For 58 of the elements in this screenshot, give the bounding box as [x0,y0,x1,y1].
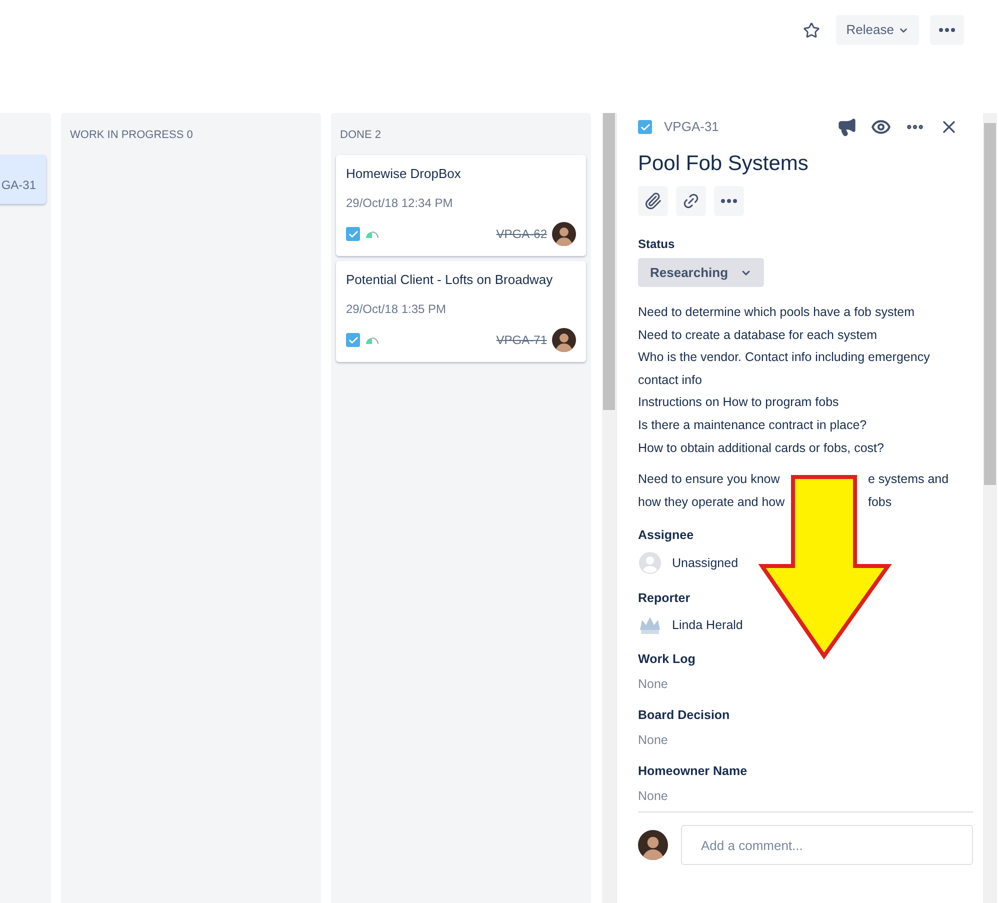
panel-scrollbar[interactable] [983,113,997,903]
column-title: WORK IN PROGRESS 0 [69,128,194,143]
description-line: fobs [868,494,892,511]
description-line: e systems and [868,471,949,488]
card-title: Potential Client - Lofts on Broadway [346,272,554,288]
description-line: Need to create a database for each system [638,326,878,344]
field-value: None [638,732,669,748]
field-label: Status [638,236,676,253]
task-checkbox-icon [346,333,360,347]
description-line: How to obtain additional cards or fobs, cost? [638,440,885,457]
field-value: None [638,788,669,804]
field-label: Work Log [638,651,696,668]
release-button[interactable]: Release [836,15,919,45]
megaphone-icon[interactable] [837,117,857,137]
card-date: 29/Oct/18 12:34 PM [346,195,454,212]
gauge-icon [365,335,379,345]
issue-title: Pool Fob Systems [638,151,810,177]
description-line: Is there a maintenance contract in place? [638,416,868,434]
description-line: Need to ensure you know [638,471,781,488]
task-checkbox-icon [346,227,360,241]
ellipsis-icon [939,28,955,32]
paperclip-icon [644,192,662,210]
watch-icon[interactable] [871,117,891,137]
description-line: Instructions on How to program fobs [638,394,840,412]
ellipsis-icon [721,199,737,203]
attach-button[interactable] [638,186,668,216]
user-placeholder-icon [638,551,662,576]
link-button[interactable] [676,186,706,216]
field-label: Board Decision [638,707,731,724]
status-dropdown[interactable]: Researching [638,258,764,287]
issue-key[interactable]: VPGA-71 [496,331,547,349]
avatar-icon [552,222,576,246]
field-label: Homeowner Name [638,763,748,780]
board-scrollbar[interactable] [602,113,616,903]
avatar-icon [552,328,576,352]
user-name[interactable]: Linda Herald [672,616,743,635]
issue-key[interactable]: VPGA-62 [496,225,547,243]
column-title: DONE 2 [339,128,382,143]
user-name[interactable]: Unassigned [672,554,738,573]
comment-field[interactable]: Add a comment... [681,825,973,866]
more-button[interactable] [930,15,964,45]
avatar-icon [638,830,668,860]
card-title: Homewise DropBox [346,166,462,182]
description-line: how they operate and how [638,494,786,511]
field-label: Reporter [638,590,692,606]
card-date: 29/Oct/18 1:35 PM [346,301,448,318]
task-checkbox-icon [638,120,652,134]
issue-key[interactable]: GA-31 [1,176,36,194]
issue-card[interactable]: GA-31 [0,155,46,204]
field-value: None [638,676,669,692]
issue-key-link[interactable]: VPGA-31 [664,117,719,137]
gauge-icon [365,229,379,239]
issue-card[interactable]: Potential Client - Lofts on Broadway 29/Oct/18 1:35 PM VPGA-71 [336,261,586,362]
description-line: Who is the vendor. Contact info including emergency contact info [638,349,931,389]
description-line: Need to determine which pools have a fob system [638,304,916,321]
field-label: Assignee [638,527,695,544]
more-button[interactable] [714,186,744,216]
issue-card[interactable]: Homewise DropBox 29/Oct/18 12:34 PM VPGA-62 [336,155,586,256]
